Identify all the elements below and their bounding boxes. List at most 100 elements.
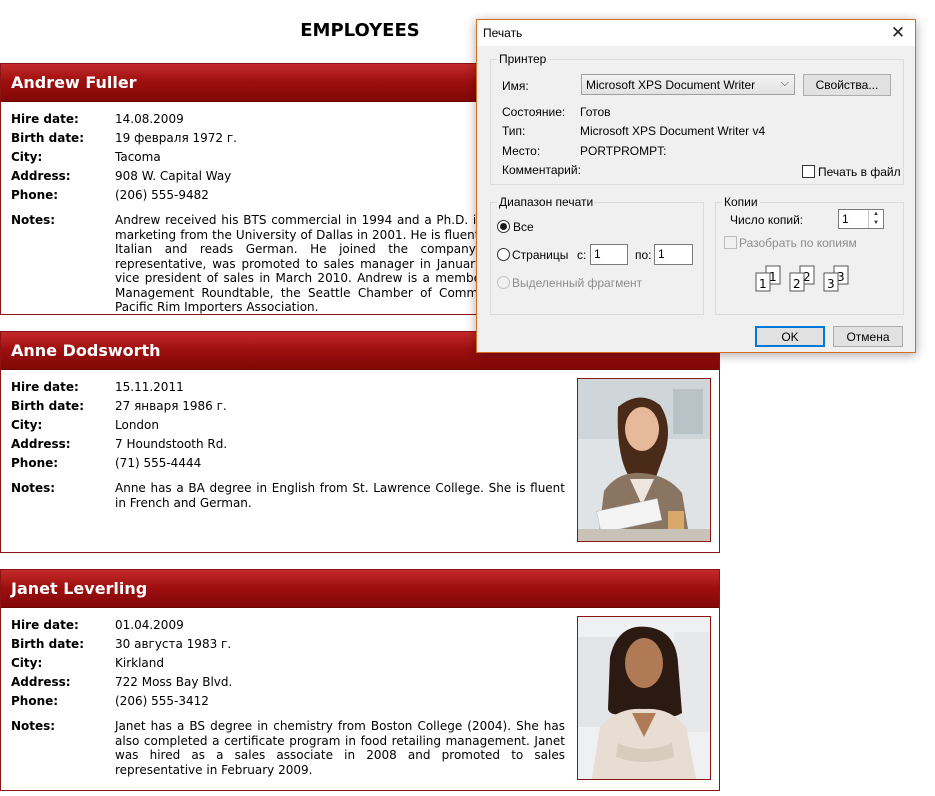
range-pages-label[interactable]: Страницы (512, 248, 568, 262)
address-value: 7 Houndstooth Rd. (115, 437, 228, 451)
close-button[interactable]: ✕ (881, 20, 915, 46)
printer-name-select[interactable]: Microsoft XPS Document Writer ⌵ (581, 74, 795, 95)
collate-checkbox[interactable] (724, 236, 737, 249)
employee-photo-image (578, 617, 710, 779)
address-label: Address: (11, 437, 71, 451)
chevron-down-icon[interactable]: ▼ (869, 219, 883, 228)
close-icon: ✕ (890, 23, 906, 42)
notes-label: Notes: (11, 719, 56, 733)
phone-value: (71) 555-4444 (115, 456, 202, 470)
range-selection-radio[interactable] (497, 276, 510, 289)
city-label: City: (11, 150, 43, 164)
city-value: Tacoma (115, 150, 161, 164)
hire-date-row: Hire date: 14.08.2009 (11, 111, 184, 127)
city-value: Kirkland (115, 656, 164, 670)
collate-pages-icon: 1 1 2 2 3 3 (755, 265, 849, 292)
phone-row: Phone: (71) 555-4444 (11, 455, 201, 471)
range-to-label: по: (635, 248, 652, 262)
print-to-file-checkbox[interactable] (802, 165, 815, 178)
copies-count-label: Число копий: (730, 213, 804, 227)
city-row: City: Kirkland (11, 655, 164, 671)
comment-label: Комментарий: (502, 163, 581, 177)
location-label: Место: (502, 144, 541, 158)
address-value: 908 W. Capital Way (115, 169, 232, 183)
range-all-radio[interactable] (497, 220, 510, 233)
city-row: City: London (11, 417, 159, 433)
address-label: Address: (11, 675, 71, 689)
collate-digit: 3 (827, 277, 835, 291)
notes-value: Anne has a BA degree in English from St.… (115, 481, 565, 510)
range-pages-radio[interactable] (497, 248, 510, 261)
phone-row: Phone: (206) 555-3412 (11, 693, 209, 709)
printer-name-label: Имя: (502, 79, 529, 93)
employee-photo-image (578, 379, 710, 541)
employee-photo (577, 378, 711, 542)
phone-label: Phone: (11, 188, 59, 202)
chevron-down-icon: ⌵ (780, 77, 789, 89)
notes-value: Janet has a BS degree in chemistry from … (115, 719, 565, 777)
phone-label: Phone: (11, 694, 59, 708)
employee-name: Anne Dodsworth (11, 341, 161, 360)
type-value: Microsoft XPS Document Writer v4 (580, 124, 766, 138)
hire-date-value: 14.08.2009 (115, 112, 184, 126)
printer-group-label: Принтер (497, 52, 549, 66)
hire-date-row: Hire date: 01.04.2009 (11, 617, 184, 633)
address-row: Address: 7 Houndstooth Rd. (11, 436, 227, 452)
copies-count-value: 1 (842, 212, 849, 226)
printer-name-value: Microsoft XPS Document Writer (586, 78, 756, 92)
notes-label: Notes: (11, 481, 56, 495)
ok-button[interactable]: OK (755, 326, 825, 347)
print-to-file-label[interactable]: Печать в файл (818, 165, 901, 179)
phone-value: (206) 555-3412 (115, 694, 209, 708)
phone-label: Phone: (11, 456, 59, 470)
properties-button[interactable]: Свойства... (803, 74, 891, 96)
hire-date-value: 01.04.2009 (115, 618, 184, 632)
dialog-title: Печать (483, 26, 523, 40)
hire-date-label: Hire date: (11, 618, 79, 632)
birth-date-value: 27 января 1986 г. (115, 399, 227, 413)
range-all-label[interactable]: Все (513, 220, 534, 234)
employee-name: Janet Leverling (11, 579, 148, 598)
birth-date-value: 30 августа 1983 г. (115, 637, 232, 651)
phone-value: (206) 555-9482 (115, 188, 209, 202)
address-row: Address: 908 W. Capital Way (11, 168, 231, 184)
address-value: 722 Moss Bay Blvd. (115, 675, 233, 689)
hire-date-value: 15.11.2011 (115, 380, 184, 394)
city-label: City: (11, 656, 43, 670)
birth-date-row: Birth date: 19 февраля 1972 г. (11, 130, 237, 146)
collate-digit: 2 (793, 277, 801, 291)
stepper-arrows[interactable]: ▲ ▼ (868, 210, 883, 228)
city-value: London (115, 418, 159, 432)
birth-date-label: Birth date: (11, 131, 84, 145)
employee-name-header: Janet Leverling (1, 570, 719, 608)
status-value: Готов (580, 105, 611, 119)
location-value: PORTPROMPT: (580, 144, 667, 158)
chevron-up-icon[interactable]: ▲ (869, 210, 883, 219)
dialog-titlebar[interactable]: Печать ✕ (477, 20, 915, 46)
birth-date-row: Birth date: 27 января 1986 г. (11, 398, 227, 414)
status-label: Состояние: (502, 105, 566, 119)
birth-date-value: 19 февраля 1972 г. (115, 131, 237, 145)
range-selection-label[interactable]: Выделенный фрагмент (512, 276, 642, 290)
print-dialog: Печать ✕ Принтер Имя: Microsoft XPS Docu… (476, 19, 916, 353)
address-row: Address: 722 Moss Bay Blvd. (11, 674, 232, 690)
range-to-input[interactable]: 1 (654, 244, 693, 265)
employee-name: Andrew Fuller (11, 73, 137, 92)
print-range-group-label: Диапазон печати (497, 195, 596, 209)
address-label: Address: (11, 169, 71, 183)
collate-label[interactable]: Разобрать по копиям (739, 236, 857, 250)
phone-row: Phone: (206) 555-9482 (11, 187, 209, 203)
collate-digit: 1 (759, 277, 767, 291)
type-label: Тип: (502, 124, 526, 138)
employee-card: Janet Leverling Hire date: 01.04.2009 Bi… (0, 569, 720, 791)
copies-count-stepper[interactable]: 1 ▲ ▼ (838, 209, 884, 229)
birth-date-row: Birth date: 30 августа 1983 г. (11, 636, 231, 652)
range-from-input[interactable]: 1 (590, 244, 628, 265)
cancel-button[interactable]: Отмена (833, 326, 903, 347)
birth-date-label: Birth date: (11, 399, 84, 413)
range-from-label: с: (577, 248, 587, 262)
hire-date-row: Hire date: 15.11.2011 (11, 379, 184, 395)
notes-label: Notes: (11, 213, 56, 227)
hire-date-label: Hire date: (11, 112, 79, 126)
hire-date-label: Hire date: (11, 380, 79, 394)
